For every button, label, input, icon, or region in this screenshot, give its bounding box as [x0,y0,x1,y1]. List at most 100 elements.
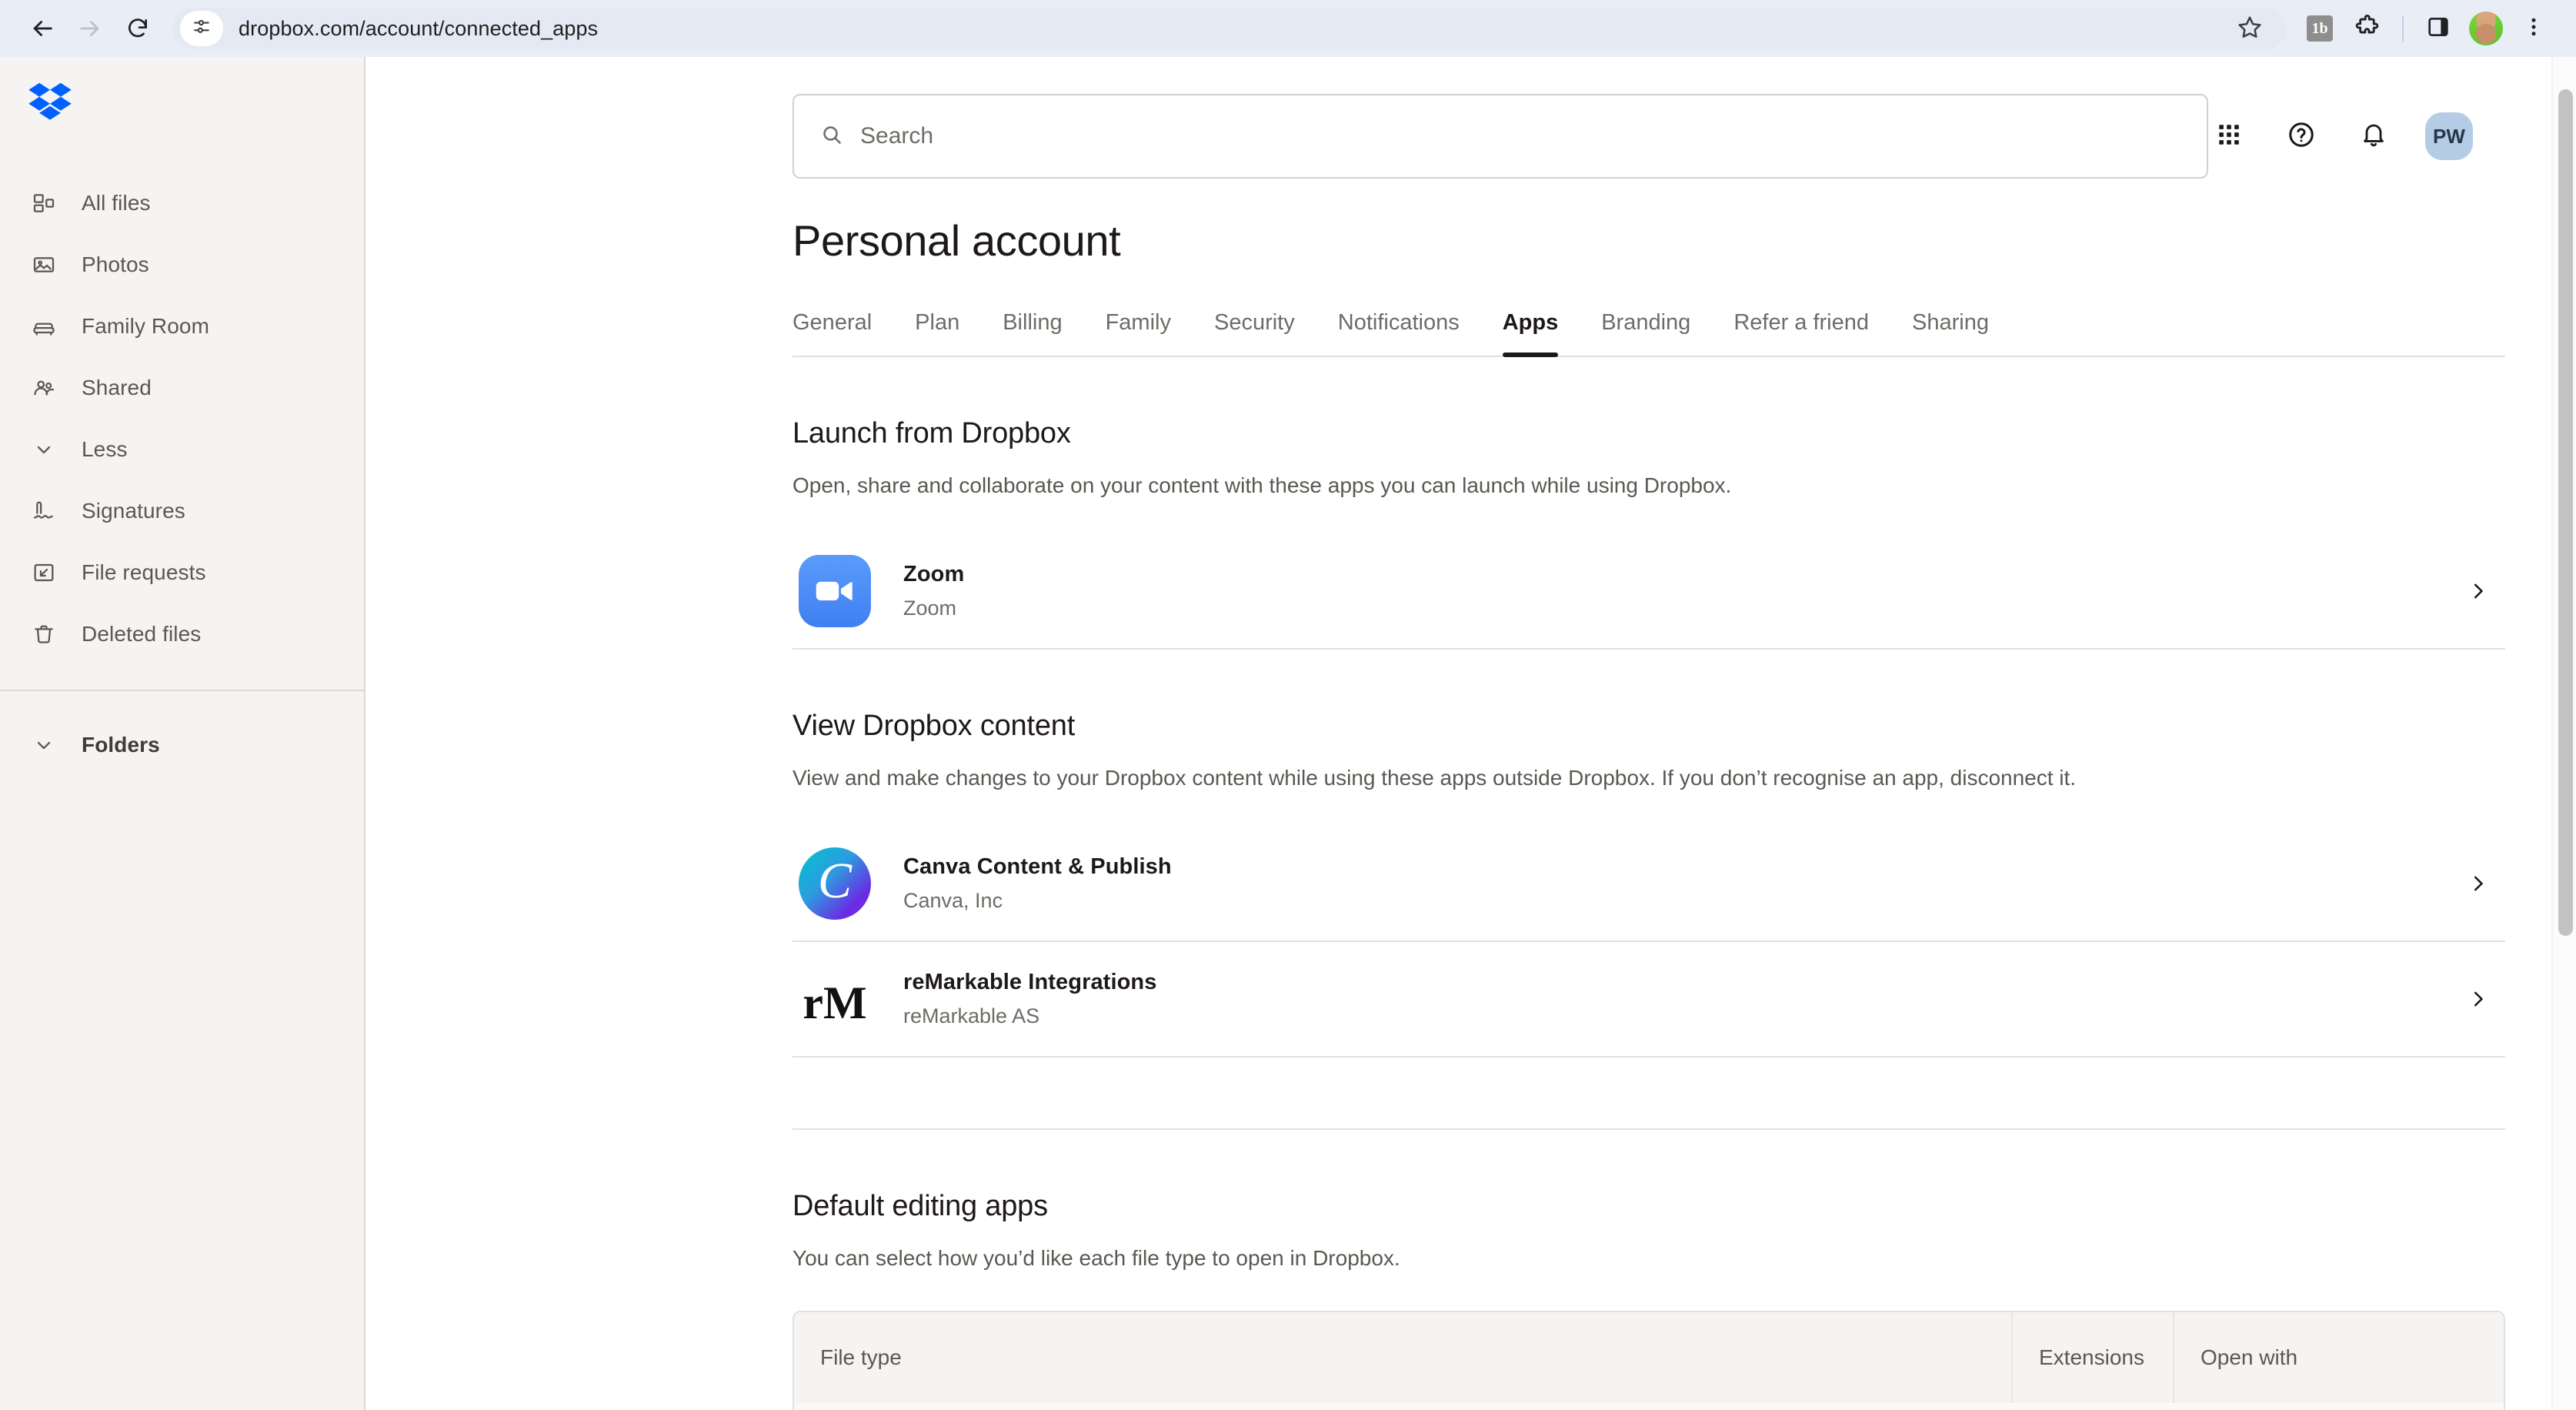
view-dropbox-content-section: View Dropbox content View and make chang… [792,710,2505,1058]
chrome-profile-button[interactable] [2462,5,2510,52]
address-bar[interactable]: dropbox.com/account/connected_apps [172,8,2287,49]
url-text[interactable]: dropbox.com/account/connected_apps [239,17,2230,41]
column-header-extensions: Extensions [2011,1311,2173,1403]
sidebar-item-label: Folders [82,733,160,757]
main-content: Search PW Personal account General Plan … [365,57,2576,1410]
app-meta: Zoom Zoom [903,562,2451,620]
account-avatar[interactable]: PW [2425,112,2473,160]
sidebar-item-family-room[interactable]: Family Room [0,296,364,357]
scrollbar-thumb[interactable] [2558,89,2573,936]
tab-billing[interactable]: Billing [981,310,1083,356]
sidebar-item-shared[interactable]: Shared [0,357,364,419]
app-row-remarkable[interactable]: rM reMarkable Integrations reMarkable AS [792,942,2505,1058]
tab-general[interactable]: General [792,310,893,356]
sidebar-item-all-files[interactable]: All files [0,172,364,234]
chrome-menu-button[interactable] [2510,5,2558,52]
side-panel-button[interactable] [2414,5,2462,52]
chevron-right-icon[interactable] [2451,972,2505,1026]
section-title: Launch from Dropbox [792,417,1071,449]
app-name: Canva Content & Publish [903,854,1172,880]
chrome-profile-avatar [2469,12,2503,45]
tab-apps[interactable]: Apps [1481,310,1580,357]
chevron-right-icon[interactable] [2451,857,2505,910]
extensions-button[interactable] [2344,5,2391,52]
launch-from-dropbox-section: Launch from Dropbox Open, share and coll… [792,417,2505,650]
sidebar-item-less[interactable]: Less [0,419,364,480]
forward-button[interactable] [66,5,114,52]
search-input[interactable]: Search [792,94,2208,179]
sidebar-item-file-requests[interactable]: File requests [0,542,364,603]
tab-refer-a-friend[interactable]: Refer a friend [1712,310,1890,356]
tab-notifications[interactable]: Notifications [1316,310,1481,356]
extension-badge-icon: 1b [2307,15,2333,42]
file-requests-icon [28,556,60,589]
launch-app-list: Zoom Zoom [792,534,2505,650]
puzzle-extensions-icon [2354,14,2381,44]
tab-branding[interactable]: Branding [1580,310,1712,356]
sidebar-item-folders[interactable]: Folders [0,714,364,776]
tab-sharing[interactable]: Sharing [1890,310,2010,356]
column-header-file-type: File type [820,1345,902,1369]
forward-arrow-icon [77,15,103,42]
tab-security[interactable]: Security [1193,310,1316,356]
sidebar-item-label: Signatures [82,499,185,523]
dropbox-logo [28,82,72,125]
signatures-icon [28,495,60,527]
app-name: reMarkable Integrations [903,970,1157,995]
site-settings-icon [192,17,212,41]
connected-app-list: C Canva Content & Publish Canva, Inc rM … [792,827,2505,1058]
app-icon-container [792,549,877,633]
back-button[interactable] [18,5,66,52]
three-dot-menu-icon [2522,15,2545,42]
reload-button[interactable] [114,5,162,52]
remarkable-app-icon: rM [799,963,871,1036]
topbar-icon-group: PW [2208,112,2544,160]
app-icon-container: rM [792,957,877,1041]
back-arrow-icon [29,15,55,42]
zoom-app-icon [799,555,871,628]
notifications-button[interactable] [2353,115,2394,157]
sidebar-item-signatures[interactable]: Signatures [0,480,364,542]
page-title: Personal account [792,216,1121,265]
page-scrollbar[interactable] [2551,57,2576,1410]
app-developer: Canva, Inc [903,889,1003,913]
sidebar: All files Photos Family Room Shared Less… [0,57,365,1410]
site-settings-button[interactable] [180,11,223,46]
chevron-right-icon[interactable] [2451,564,2505,618]
sidebar-item-label: Less [82,437,128,461]
section-description: You can select how you’d like each file … [792,1246,1400,1271]
sidebar-item-photos[interactable]: Photos [0,234,364,296]
browser-toolbar: dropbox.com/account/connected_apps 1b [0,0,2576,57]
chrome-action-icons: 1b [2296,5,2558,52]
page-content: Personal account General Plan Billing Fa… [365,216,2576,1410]
search-placeholder: Search [860,123,934,149]
help-circle-icon [2287,120,2316,153]
side-panel-icon [2426,15,2451,43]
app-meta: reMarkable Integrations reMarkable AS [903,970,2451,1028]
tab-plan[interactable]: Plan [893,310,981,356]
shared-icon [28,372,60,404]
sidebar-item-label: Deleted files [82,622,202,646]
app-shell: All files Photos Family Room Shared Less… [0,57,2576,1410]
chevron-down-icon [28,433,60,466]
canva-app-icon: C [799,847,871,921]
sidebar-item-deleted-files[interactable]: Deleted files [0,603,364,665]
sidebar-divider [0,690,364,691]
app-row-canva[interactable]: C Canva Content & Publish Canva, Inc [792,827,2505,943]
app-row-zoom[interactable]: Zoom Zoom [792,534,2505,650]
main-topbar: Search PW [365,57,2576,179]
extension-1b-button[interactable]: 1b [2296,5,2344,52]
tab-family[interactable]: Family [1084,310,1193,356]
sidebar-item-label: Photos [82,252,149,276]
bookmark-button[interactable] [2230,8,2270,48]
sidebar-item-label: All files [82,191,151,215]
section-title: Default editing apps [792,1190,1048,1223]
section-description: Open, share and collaborate on your cont… [792,473,1732,497]
section-divider [792,1128,2505,1131]
dropbox-home-link[interactable] [0,57,364,149]
app-name: Zoom [903,562,965,587]
apps-grid-button[interactable] [2208,115,2250,157]
apps-grid-icon [2216,122,2242,152]
help-button[interactable] [2281,115,2322,157]
app-developer: reMarkable AS [903,1004,1040,1028]
